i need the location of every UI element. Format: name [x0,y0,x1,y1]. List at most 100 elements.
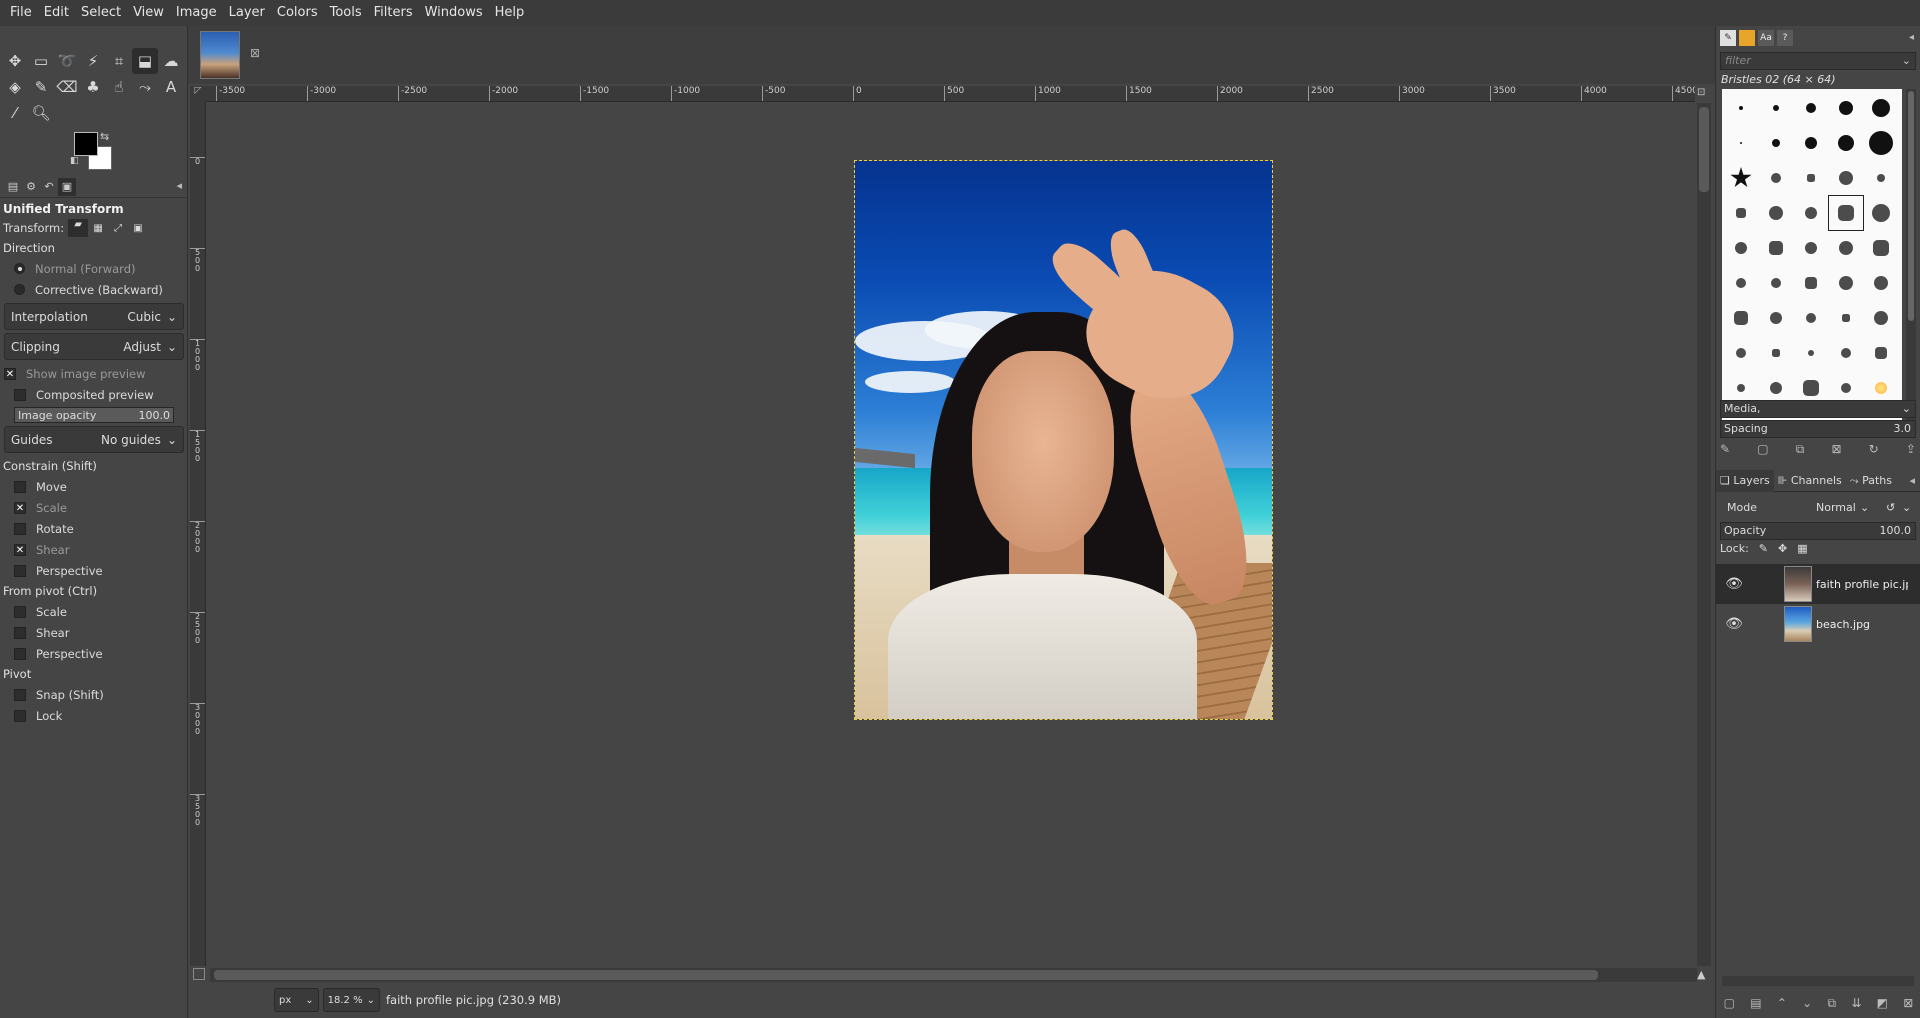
checkbox-pivot-shear[interactable] [14,626,26,639]
brush-tag-combo[interactable]: Media, ⌄ [1720,400,1916,418]
pivot-perspective-checkbox[interactable]: Perspective [0,643,188,664]
fonts-tab-icon[interactable]: Aa [1758,30,1774,46]
brush-cell[interactable] [1864,161,1898,195]
brush-cell[interactable] [1724,126,1758,160]
brush-cell[interactable] [1864,336,1898,370]
duplicate-brush-icon[interactable]: ⧉ [1796,442,1805,457]
images-tab-icon[interactable]: ▣ [58,177,76,196]
brush-cell[interactable] [1794,336,1828,370]
horizontal-ruler[interactable]: -3500 -3000 -2500 -2000 -1500 -1000 -500 0 500 10… [206,86,1695,102]
panel-menu-icon[interactable]: ◂ [1909,474,1915,487]
scroll-thumb[interactable] [214,970,1598,980]
pivot-scale-checkbox[interactable]: Scale [0,601,188,622]
close-icon[interactable]: ⊠ [250,46,260,60]
eraser-tool-icon[interactable]: ⌫ [54,74,80,100]
help-tab-icon[interactable]: ? [1777,30,1793,46]
checkbox-shear[interactable]: ✕ [14,543,26,556]
bucket-fill-tool-icon[interactable]: ◈ [2,74,28,100]
checkbox-snap[interactable] [14,688,26,701]
brush-cell[interactable] [1829,126,1863,160]
layer-row[interactable]: 👁︎ beach.jpg [1716,604,1920,644]
lock-alpha-icon[interactable]: ▦ [1797,542,1807,555]
brush-cell[interactable] [1794,161,1828,195]
brush-cell[interactable] [1828,195,1864,231]
brush-cell[interactable] [1759,196,1793,230]
brush-cell[interactable] [1864,231,1898,265]
swap-colors-icon[interactable]: ⇆ [100,130,109,143]
add-mask-icon[interactable]: ◩ [1877,996,1888,1010]
merge-down-icon[interactable]: ⇊ [1851,996,1861,1010]
pivot-shear-checkbox[interactable]: Shear [0,622,188,643]
reset-colors-icon[interactable]: ◧ [70,156,79,166]
rect-select-tool-icon[interactable]: ▭ [28,48,54,74]
menu-filters[interactable]: Filters [368,0,419,26]
image-layer-preview[interactable] [854,160,1273,720]
brush-cell[interactable] [1864,91,1898,125]
device-status-tab-icon[interactable]: ⚙ [22,178,40,196]
layer-name[interactable]: faith profile pic.jpg [1816,578,1908,591]
image-tab-thumbnail[interactable] [200,31,240,79]
brush-cell[interactable] [1759,301,1793,335]
crop-tool-icon[interactable]: ⌗ [106,48,132,74]
menu-tools[interactable]: Tools [324,0,368,26]
tab-channels[interactable]: ⊪ Channels [1774,470,1846,492]
fuzzy-select-tool-icon[interactable]: ⚡ [80,48,106,74]
navigate-icon[interactable]: ▲ [1697,968,1711,982]
brush-cell[interactable] [1724,91,1758,125]
eye-icon[interactable]: 👁︎ [1722,576,1746,592]
direction-forward-radio[interactable]: Normal (Forward) [0,258,188,279]
brush-cell[interactable] [1864,126,1898,160]
paintbrush-tool-icon[interactable]: ✎ [28,74,54,100]
tab-paths[interactable]: ⤳ Paths [1846,470,1896,492]
smudge-tool-icon[interactable]: ☝ [106,74,132,100]
unified-transform-tool-icon[interactable]: ⬓ [132,48,158,74]
constrain-shear-checkbox[interactable]: ✕ Shear [0,539,188,560]
zoom-on-resize-icon[interactable]: ⊡ [1697,87,1711,101]
checkbox-show-preview[interactable]: ✕ [4,367,16,380]
lock-position-icon[interactable]: ✥ [1778,542,1787,555]
tab-layers[interactable]: ❏ Layers [1716,469,1774,492]
lower-layer-icon[interactable]: ⌄ [1802,996,1812,1010]
brush-cell[interactable] [1829,266,1863,300]
brush-filter-input[interactable]: filter ⌄ [1720,52,1916,70]
layer-name[interactable]: beach.jpg [1816,618,1908,631]
zoom-combo[interactable]: 18.2 % ⌄ [322,988,380,1012]
menu-help[interactable]: Help [489,0,531,26]
brush-cell[interactable] [1724,231,1758,265]
direction-backward-radio[interactable]: Corrective (Backward) [0,279,188,300]
constrain-rotate-checkbox[interactable]: Rotate [0,518,188,539]
menu-colors[interactable]: Colors [271,0,324,26]
color-picker-tool-icon[interactable]: ⁄ [2,100,28,126]
brushes-tab-icon[interactable]: ✎ [1720,30,1736,46]
brush-cell[interactable] [1829,301,1863,335]
brush-cell[interactable] [1864,196,1898,230]
checkbox-perspective[interactable] [14,564,26,577]
brush-cell[interactable] [1829,231,1863,265]
undo-history-tab-icon[interactable]: ↶ [40,178,58,196]
brush-scrollbar[interactable] [1906,89,1916,422]
layer-row[interactable]: 👁︎ faith profile pic.jpg [1716,564,1920,604]
panel-menu-icon[interactable]: ◂ [1909,32,1914,43]
transform-path-icon[interactable]: ⤢ [108,223,128,234]
radio-backward[interactable] [14,284,25,295]
layer-mode-combo[interactable]: Mode Normal ⌄ ↺ ⌄ [1720,498,1916,520]
scroll-thumb[interactable] [1908,91,1914,321]
checkbox-scale[interactable]: ✕ [14,501,26,514]
brush-cell[interactable] [1724,196,1758,230]
checkbox-rotate[interactable] [14,522,26,535]
vertical-scrollbar[interactable] [1697,103,1711,966]
brush-cell[interactable] [1864,301,1898,335]
delete-brush-icon[interactable]: ⊠ [1831,442,1841,457]
brush-cell[interactable] [1759,231,1793,265]
composited-preview-checkbox[interactable]: Composited preview [0,384,188,405]
brush-cell[interactable] [1724,301,1758,335]
constrain-perspective-checkbox[interactable]: Perspective [0,560,188,581]
brush-cell[interactable] [1794,126,1828,160]
checkbox-lock[interactable] [14,709,26,722]
horizontal-scrollbar[interactable] [210,968,1697,982]
move-tool-icon[interactable]: ✥ [2,48,28,74]
spacing-slider[interactable]: Spacing 3.0 [1720,420,1916,438]
show-preview-checkbox[interactable]: ✕ Show image preview [0,363,188,384]
quick-mask-toggle[interactable] [193,968,205,980]
transform-layer-icon[interactable]: ▰ [68,219,89,237]
